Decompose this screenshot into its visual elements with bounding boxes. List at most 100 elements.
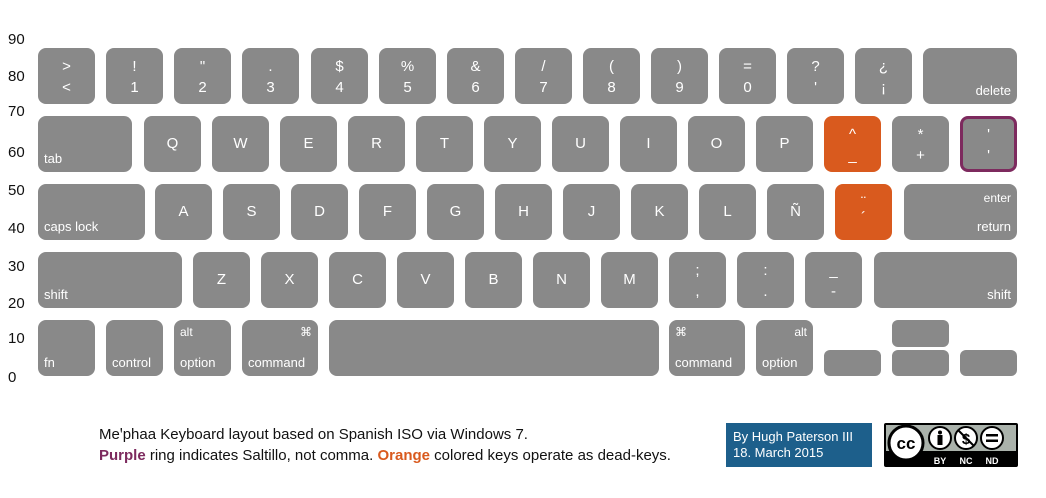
key-w[interactable]: W (212, 116, 269, 172)
key-label: command (675, 355, 733, 370)
key-x[interactable]: X (261, 252, 318, 308)
key-9[interactable]: ) 9 (651, 48, 708, 104)
key-z[interactable]: Z (193, 252, 250, 308)
key-bottom-label: - (831, 283, 836, 300)
key-period[interactable]: :. (737, 252, 794, 308)
key-space[interactable] (329, 320, 659, 376)
command-icon: ⌘ (675, 325, 687, 339)
key-n[interactable]: N (533, 252, 590, 308)
key-plus[interactable]: * + (892, 116, 949, 172)
key-inverted-exclamation[interactable]: ¿ ¡ (855, 48, 912, 104)
key-label: R (371, 135, 382, 152)
key-f[interactable]: F (359, 184, 416, 240)
key-label: J (587, 203, 596, 220)
axis-tick: 70 (8, 103, 25, 120)
key-command-right[interactable]: ⌘ command (669, 320, 745, 376)
key-label: D (314, 203, 325, 220)
key-1[interactable]: ! 1 (106, 48, 163, 104)
caption-text: colored keys operate as dead-keys. (429, 447, 671, 464)
key-i[interactable]: I (620, 116, 677, 172)
key-bottom-label: 4 (335, 79, 344, 96)
key-t[interactable]: T (416, 116, 473, 172)
key-n-tilde[interactable]: Ñ (767, 184, 824, 240)
key-top-label: & (470, 58, 481, 75)
key-option-right[interactable]: alt option (756, 320, 813, 376)
key-label: W (233, 135, 248, 152)
key-y[interactable]: Y (484, 116, 541, 172)
key-arrow-down[interactable] (892, 350, 949, 376)
key-0[interactable]: = 0 (719, 48, 776, 104)
key-shift-left[interactable]: shift (38, 252, 182, 308)
key-label: G (449, 203, 462, 220)
axis-tick: 0 (8, 369, 17, 386)
key-fn[interactable]: fn (38, 320, 95, 376)
key-bottom-label: 3 (266, 79, 275, 96)
key-b[interactable]: B (465, 252, 522, 308)
key-enter[interactable]: enter return (904, 184, 1017, 240)
key-label: F (382, 203, 393, 220)
key-label: S (246, 203, 257, 220)
key-shift-right[interactable]: shift (874, 252, 1017, 308)
badge-by: BY (934, 456, 947, 466)
key-label: command (248, 355, 306, 370)
key-h[interactable]: H (495, 184, 552, 240)
key-c[interactable]: C (329, 252, 386, 308)
key-arrow-right[interactable] (960, 350, 1017, 376)
key-less-greater[interactable]: > < (38, 48, 95, 104)
key-top-label: : (763, 262, 768, 279)
key-k[interactable]: K (631, 184, 688, 240)
key-label: shift (44, 287, 68, 302)
key-u[interactable]: U (552, 116, 609, 172)
axis-tick: 10 (8, 330, 25, 347)
key-delete[interactable]: delete (923, 48, 1017, 104)
key-dead-caret[interactable]: ^ _ (824, 116, 881, 172)
key-j[interactable]: J (563, 184, 620, 240)
key-caps-lock[interactable]: caps lock (38, 184, 145, 240)
cc-license-badge[interactable]: cc $ BY NC ND (884, 423, 1018, 467)
key-hyphen[interactable]: _ - (805, 252, 862, 308)
key-saltillo[interactable]: ' ' (960, 116, 1017, 172)
key-s[interactable]: S (223, 184, 280, 240)
key-arrow-up[interactable] (892, 320, 949, 347)
key-bottom-label: 6 (471, 79, 480, 96)
key-p[interactable]: P (756, 116, 813, 172)
key-option-left[interactable]: alt option (174, 320, 231, 376)
key-top-label: $ (335, 58, 344, 75)
key-bottom-label: 9 (675, 79, 684, 96)
key-8[interactable]: (8 (583, 48, 640, 104)
key-5[interactable]: % 5 (379, 48, 436, 104)
caption: Meꞌphaa Keyboard layout based on Spanish… (99, 424, 671, 466)
key-2[interactable]: " 2 (174, 48, 231, 104)
key-7[interactable]: /7 (515, 48, 572, 104)
key-q[interactable]: Q (144, 116, 201, 172)
key-bottom-label: ¡ (881, 79, 886, 96)
key-tab[interactable]: tab (38, 116, 132, 172)
key-dead-acute[interactable]: ¨ ´ (835, 184, 892, 240)
key-d[interactable]: D (291, 184, 348, 240)
key-label: caps lock (44, 219, 99, 234)
key-a[interactable]: A (155, 184, 212, 240)
key-label: tab (44, 151, 63, 166)
key-arrow-left[interactable] (824, 350, 881, 376)
key-g[interactable]: G (427, 184, 484, 240)
key-l[interactable]: L (699, 184, 756, 240)
key-m[interactable]: M (601, 252, 658, 308)
key-bottom-label: 8 (607, 79, 616, 96)
key-4[interactable]: $4 (311, 48, 368, 104)
key-o[interactable]: O (688, 116, 745, 172)
key-6[interactable]: & 6 (447, 48, 504, 104)
key-command-left[interactable]: ⌘ command (242, 320, 318, 376)
axis-tick: 80 (8, 68, 25, 85)
key-v[interactable]: V (397, 252, 454, 308)
key-3[interactable]: .3 (242, 48, 299, 104)
caption-text: ring indicates Saltillo, not comma. (145, 447, 378, 464)
key-comma[interactable]: ;, (669, 252, 726, 308)
key-r[interactable]: R (348, 116, 405, 172)
key-label: T (439, 135, 450, 152)
key-apostrophe[interactable]: ? ' (787, 48, 844, 104)
key-label: option (180, 355, 216, 370)
key-e[interactable]: E (280, 116, 337, 172)
key-top-label: > (62, 58, 71, 75)
key-bottom-label: 2 (198, 79, 207, 96)
key-control[interactable]: control (106, 320, 163, 376)
